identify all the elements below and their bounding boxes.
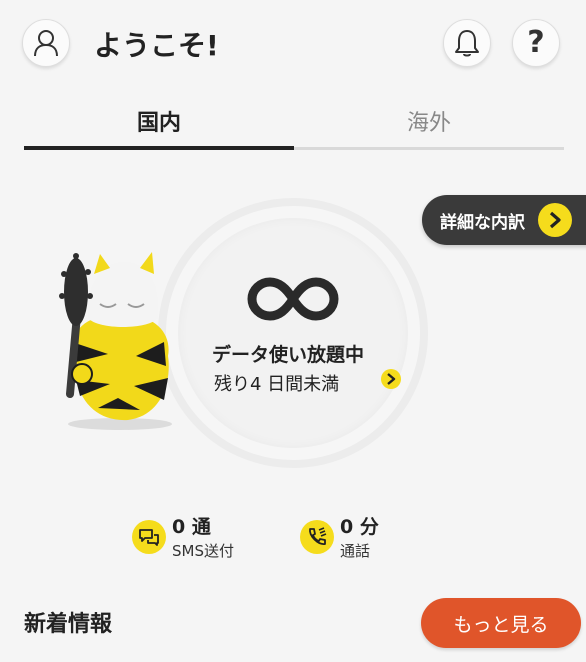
- welcome-title: ようこそ!: [94, 29, 219, 62]
- infinity-icon: [247, 277, 339, 321]
- region-tabs: 国内 海外: [24, 96, 564, 152]
- tiger-mascot-illustration: [59, 252, 172, 430]
- data-plan-status: データ使い放題中: [212, 344, 365, 366]
- tab-domestic[interactable]: 国内: [24, 96, 294, 146]
- chevron-right-icon: [387, 373, 396, 385]
- app-header: ようこそ! ?: [0, 0, 586, 90]
- remaining-detail-button[interactable]: [381, 369, 401, 389]
- call-minutes: 0 分: [340, 516, 379, 538]
- question-icon: ?: [527, 25, 545, 60]
- call-label: 通話: [340, 542, 371, 560]
- detail-breakdown-button[interactable]: 詳細な内訳: [422, 195, 586, 245]
- sms-icon: [132, 520, 166, 554]
- sms-count: 0 通: [172, 516, 211, 538]
- notifications-button[interactable]: [443, 19, 491, 67]
- usage-ring-center[interactable]: [178, 218, 408, 448]
- remaining-days[interactable]: 残り4 日間未満: [214, 370, 339, 396]
- news-section-title: 新着情報: [24, 612, 113, 637]
- account-button[interactable]: [22, 19, 70, 67]
- sms-label: SMS送付: [172, 542, 234, 560]
- tab-active-indicator: [24, 146, 294, 150]
- help-button[interactable]: ?: [512, 19, 560, 67]
- tab-overseas[interactable]: 海外: [294, 96, 564, 146]
- person-icon: [34, 30, 58, 57]
- chevron-right-icon: [538, 203, 572, 237]
- bell-icon: [455, 30, 479, 57]
- see-more-button[interactable]: もっと見る: [421, 598, 581, 648]
- phone-icon: [300, 520, 334, 554]
- detail-breakdown-label: 詳細な内訳: [440, 212, 525, 233]
